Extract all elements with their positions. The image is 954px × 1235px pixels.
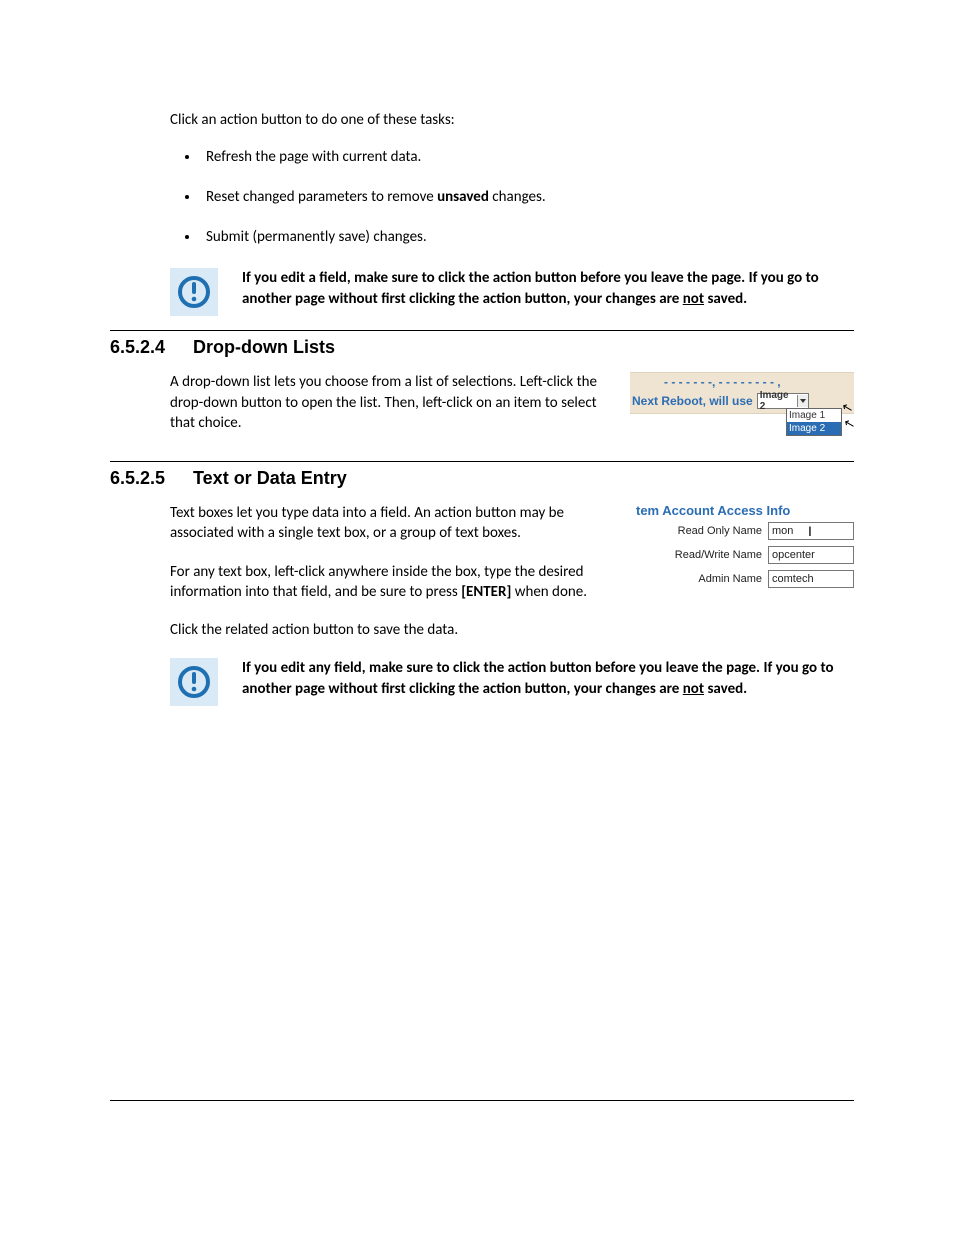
- section-number: 6.5.2.4: [110, 337, 188, 358]
- section-number: 6.5.2.5: [110, 468, 188, 489]
- dropdown-option[interactable]: Image 1: [787, 409, 841, 422]
- text: saved.: [704, 290, 747, 308]
- section-body-6525: Text boxes let you type data into a fiel…: [170, 503, 854, 640]
- admin-name-input[interactable]: comtech: [768, 570, 854, 588]
- page-content: Click an action button to do one of thes…: [0, 0, 954, 760]
- panel-title: tem Account Access Info: [636, 503, 854, 522]
- body-text: Click the related action button to save …: [170, 620, 618, 640]
- task-list: Refresh the page with current data. Rese…: [170, 148, 854, 246]
- text: saved.: [704, 680, 747, 698]
- dropdown-options[interactable]: Image 1 Image 2: [786, 408, 842, 436]
- text: changes.: [489, 188, 546, 206]
- dropdown-option-selected[interactable]: Image 2: [787, 422, 841, 435]
- list-item: Submit (permanently save) changes.: [200, 228, 854, 246]
- intro-text: Click an action button to do one of thes…: [170, 110, 854, 130]
- section-title: Drop-down Lists: [193, 337, 335, 357]
- list-item: Reset changed parameters to remove unsav…: [200, 188, 854, 206]
- cursor-icon: ↖: [842, 415, 857, 433]
- section-title: Text or Data Entry: [193, 468, 347, 488]
- label-next-reboot: Next Reboot, will use: [632, 394, 753, 408]
- field-label: Read/Write Name: [675, 549, 762, 561]
- note-text: If you edit a field, make sure to click …: [242, 268, 854, 309]
- footer-divider: [110, 1100, 854, 1101]
- dropdown-illustration: - - - - - - -, - - - - - - - - , Next Re…: [630, 372, 854, 433]
- text: Reset changed parameters to remove: [206, 188, 437, 206]
- body-text: Text boxes let you type data into a fiel…: [170, 503, 618, 544]
- divider: [110, 330, 854, 331]
- section-heading-6524: 6.5.2.4 Drop-down Lists: [110, 337, 854, 358]
- body-text: A drop-down list lets you choose from a …: [170, 372, 612, 433]
- section-body-6524: A drop-down list lets you choose from a …: [170, 372, 854, 433]
- read-write-name-input[interactable]: opcenter: [768, 546, 854, 564]
- note-block: If you edit any field, make sure to clic…: [170, 658, 854, 706]
- image-select-dropdown[interactable]: Image 2: [757, 393, 809, 409]
- clipped-label: - - - - - - -, - - - - - - - - ,: [630, 375, 854, 393]
- field-label: Read Only Name: [678, 525, 762, 537]
- text-entry-illustration: tem Account Access Info Read Only Name m…: [636, 503, 854, 640]
- section-heading-6525: 6.5.2.5 Text or Data Entry: [110, 468, 854, 489]
- note-text: If you edit any field, make sure to clic…: [242, 658, 854, 699]
- body-text: For any text box, left-click anywhere in…: [170, 562, 618, 603]
- text-bold: [ENTER]: [461, 583, 511, 601]
- divider: [110, 461, 854, 462]
- field-label: Admin Name: [698, 573, 762, 585]
- text-underline: not: [683, 680, 704, 698]
- text-underline: not: [683, 290, 704, 308]
- note-block: If you edit a field, make sure to click …: [170, 268, 854, 316]
- text: when done.: [511, 583, 587, 601]
- text-bold: unsaved: [437, 188, 489, 206]
- chevron-down-icon[interactable]: [797, 395, 808, 407]
- list-item: Refresh the page with current data.: [200, 148, 854, 166]
- text-cursor-icon: I: [808, 523, 812, 539]
- alert-icon: [170, 658, 218, 706]
- alert-icon: [170, 268, 218, 316]
